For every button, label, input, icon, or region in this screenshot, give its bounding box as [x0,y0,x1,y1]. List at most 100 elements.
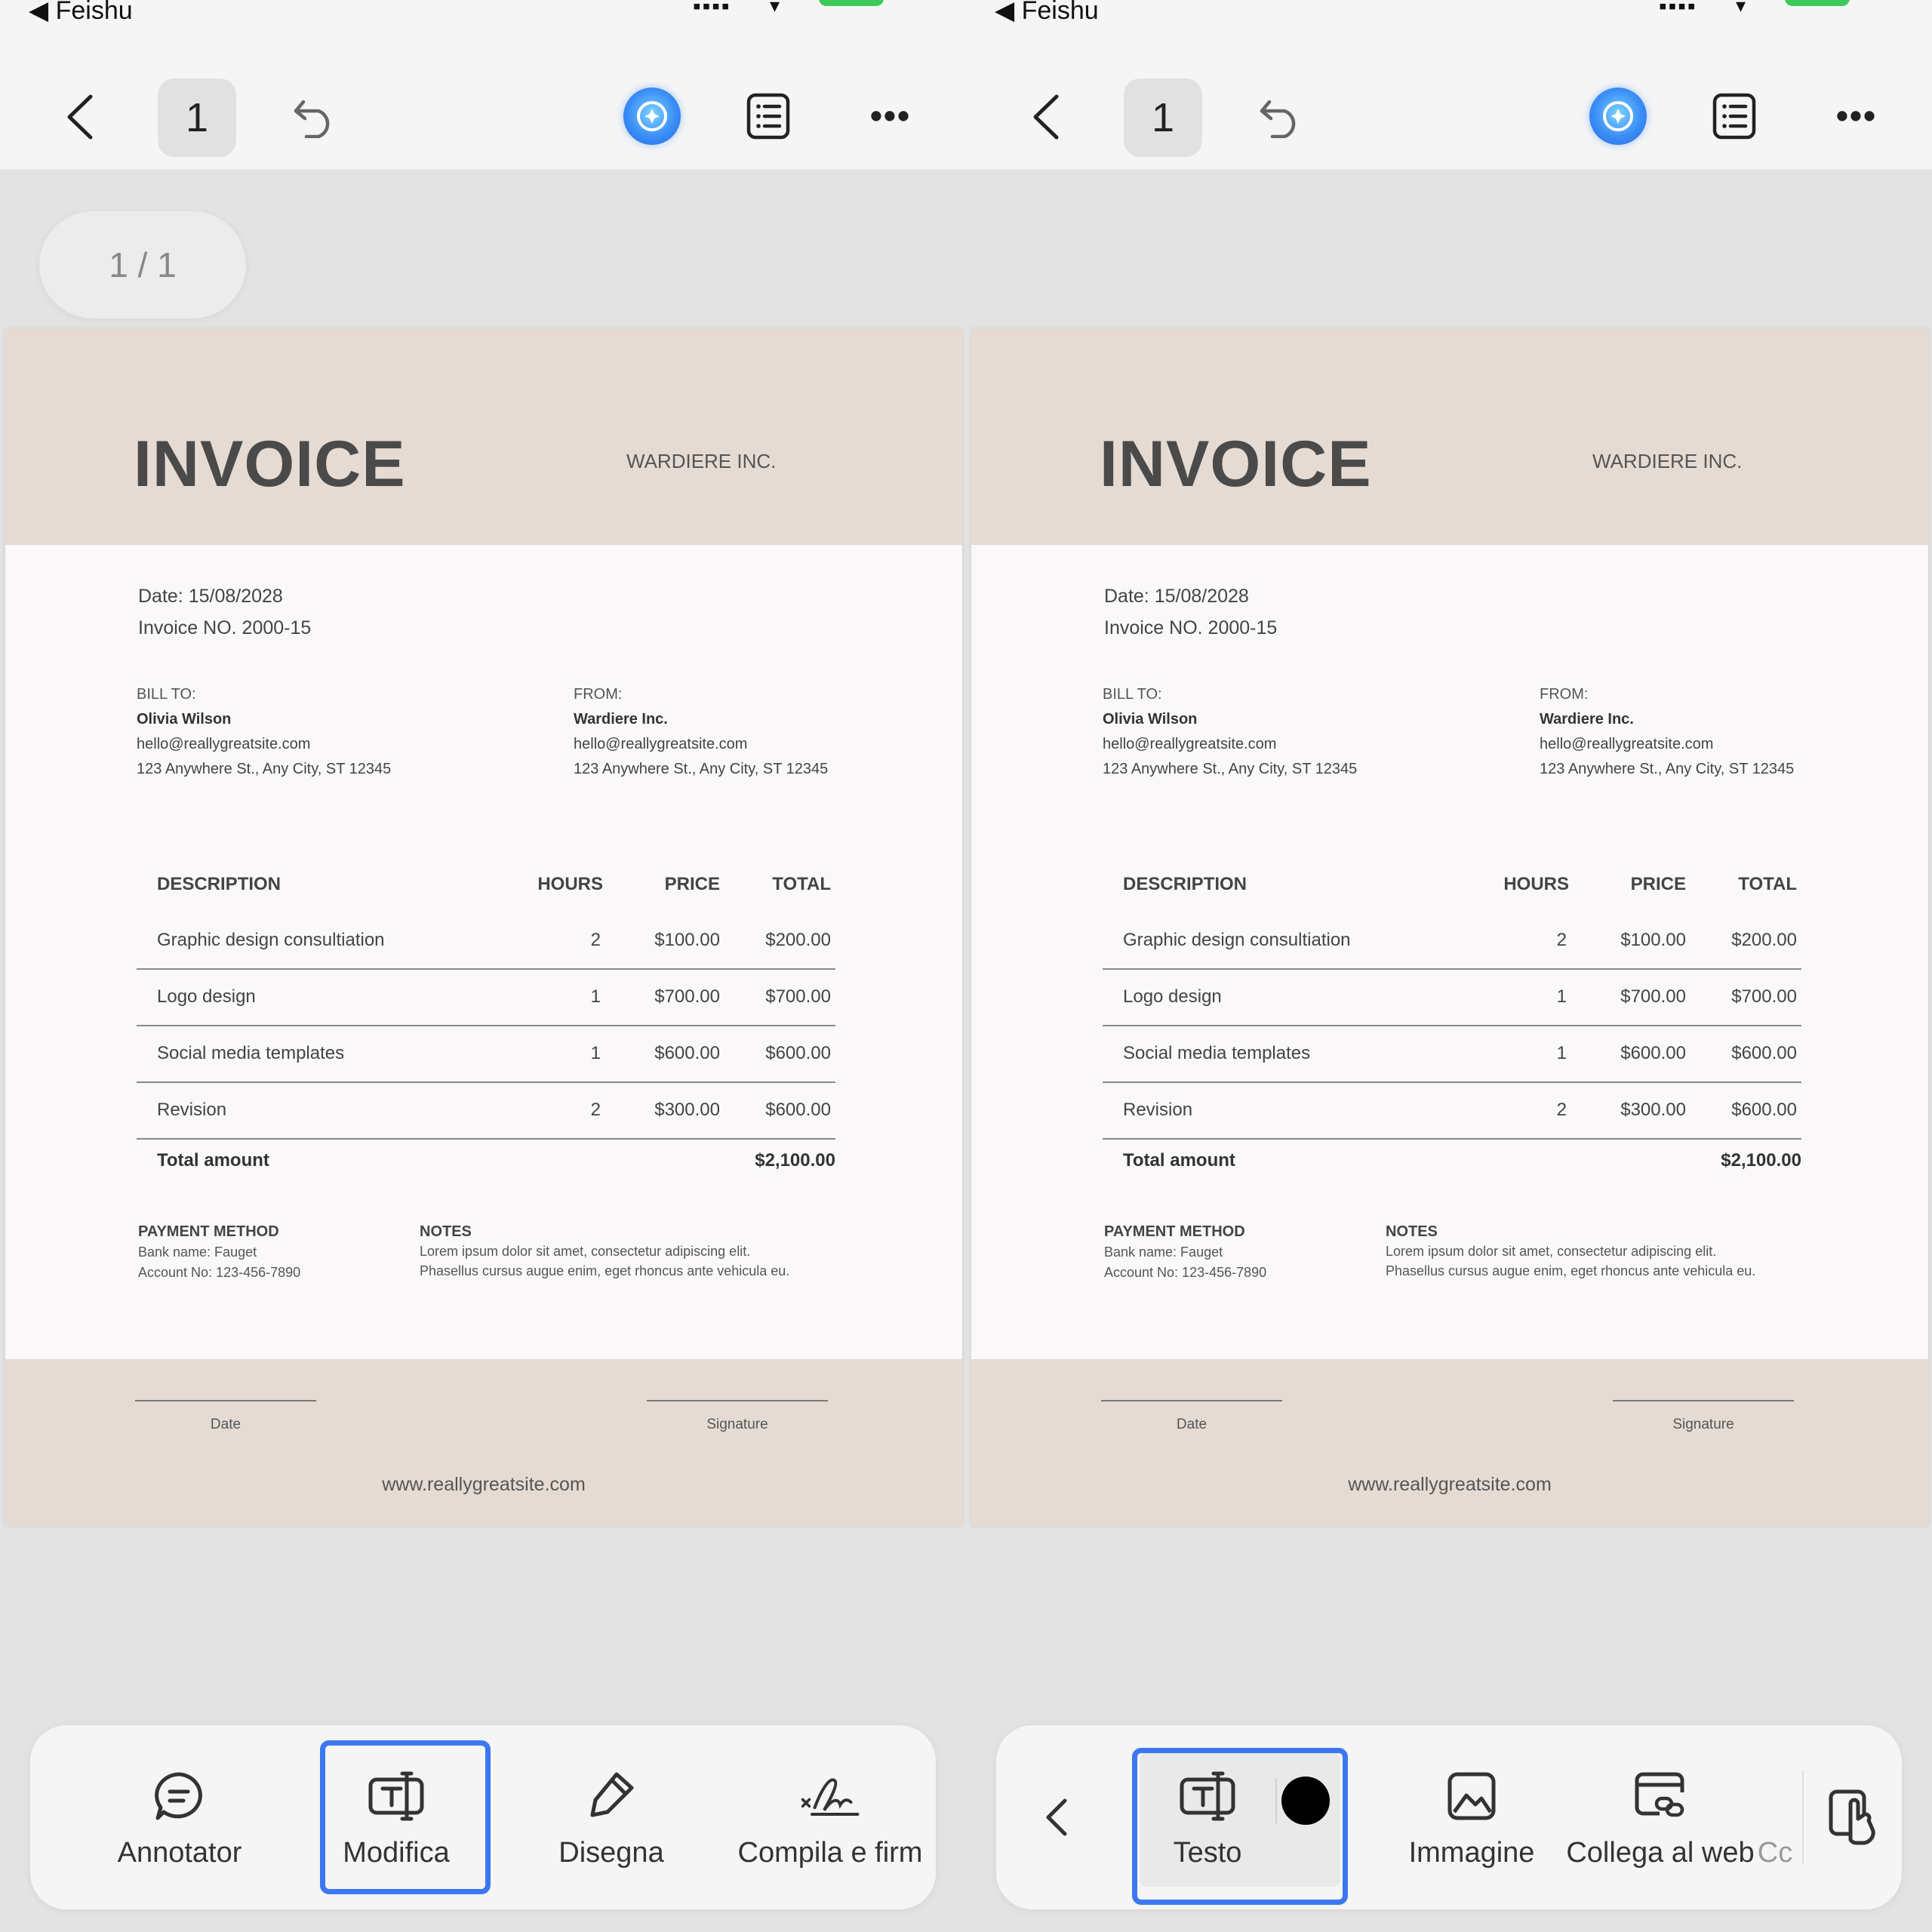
back-to-app-link[interactable]: ◀ Feishu [995,0,1099,26]
left-panel: ◀ Feishu ▪▪▪▪ ▾ 1 ••• 1 / 1 INVOICE WARD… [0,0,966,1932]
bottom-edit-toolbar: Testo Immagine Collega al web Cc [996,1725,1902,1909]
top-toolbar: 1 ••• [0,30,966,171]
company-name: WARDIERE INC. [626,450,777,472]
page-number-button[interactable]: 1 [1124,78,1202,157]
ai-assistant-icon[interactable] [1589,88,1647,145]
annotator-label: Annotator [117,1836,242,1869]
cc-label: Cc [1757,1836,1793,1869]
back-to-app-link[interactable]: ◀ Feishu [29,0,133,26]
undo-icon[interactable] [1254,91,1307,143]
table-row: Logo design 1 $700.00 $700.00 [1103,970,1801,1026]
invoice-number: Invoice NO. 2000-15 [1104,617,1278,638]
invoice-document: INVOICE WARDIERE INC. Date: 15/08/2028 I… [5,329,962,1526]
outline-list-icon[interactable] [746,92,791,140]
bill-to-name: Olivia Wilson [137,711,232,728]
notes-line: Lorem ipsum dolor sit amet, consectetur … [1386,1244,1717,1259]
invoice-table: DESCRIPTION HOURS PRICE TOTAL Graphic de… [137,866,835,1192]
from-label: FROM: [1540,686,1589,703]
header-price: PRICE [1630,874,1686,894]
row-price: $100.00 [654,930,720,950]
header-hours: HOURS [537,874,603,894]
header-description: DESCRIPTION [157,874,281,894]
touch-hand-icon [1823,1787,1883,1847]
header-description: DESCRIPTION [1123,874,1247,894]
back-chevron-icon[interactable] [1025,91,1067,143]
table-row: Revision 2 $300.00 $600.00 [1103,1083,1801,1140]
invoice-number: Invoice NO. 2000-15 [138,617,312,638]
row-hours: 1 [590,986,601,1007]
row-price: $100.00 [1620,930,1686,950]
signal-icon: ▪▪▪▪ [693,0,731,19]
ai-assistant-icon[interactable] [623,88,681,145]
outline-list-icon[interactable] [1712,92,1757,140]
touch-mode-button[interactable] [1819,1725,1887,1909]
collega-al-web-label: Collega al web [1566,1836,1755,1869]
website: www.reallygreatsite.com [382,1474,586,1495]
row-description: Graphic design consultiation [1123,930,1351,950]
modifica-highlight [320,1740,491,1894]
from-name: Wardiere Inc. [574,711,668,728]
from-name: Wardiere Inc. [1540,711,1634,728]
header-total: TOTAL [772,874,831,894]
row-total: $700.00 [765,986,831,1007]
back-chevron-icon[interactable] [59,91,101,143]
row-hours: 2 [1556,1100,1567,1120]
pen-icon [581,1766,641,1826]
row-price: $700.00 [654,986,720,1007]
status-bar: ◀ Feishu ▪▪▪▪ ▾ [0,0,966,30]
payment-method-block: PAYMENT METHOD Bank name: Fauget Account… [138,1222,300,1283]
invoice-document: INVOICE WARDIERE INC. Date: 15/08/2028 I… [971,329,1928,1526]
signature-line-label: Signature [706,1417,768,1432]
page-indicator: 1 / 1 [39,211,246,318]
signal-icon: ▪▪▪▪ [1659,0,1697,19]
invoice-header-band: INVOICE WARDIERE INC. [971,329,1928,545]
wifi-icon: ▾ [1736,0,1746,17]
from-block: FROM: Wardiere Inc. hello@reallygreatsit… [1540,682,1794,782]
immagine-button[interactable]: Immagine [1396,1725,1547,1909]
page-number-button[interactable]: 1 [158,78,236,157]
divider [1802,1770,1804,1864]
notes-block: NOTES Lorem ipsum dolor sit amet, consec… [1386,1222,1808,1281]
payment-account: Account No: 123-456-7890 [1104,1265,1267,1280]
wifi-icon: ▾ [770,0,780,17]
header-hours: HOURS [1503,874,1569,894]
annotator-button[interactable]: Annotator [89,1725,270,1909]
table-row: Graphic design consultiation 2 $100.00 $… [137,913,835,970]
table-total-row: Total amount $2,100.00 [137,1140,835,1192]
collega-al-web-button[interactable]: Collega al web [1566,1725,1755,1909]
invoice-title: INVOICE [1100,428,1372,500]
payment-bank: Bank name: Fauget [1104,1244,1223,1260]
row-price: $300.00 [1620,1100,1686,1120]
website: www.reallygreatsite.com [1348,1474,1552,1495]
row-price: $600.00 [654,1043,720,1063]
date-line-label: Date [1176,1417,1208,1432]
bill-to-block: BILL TO: Olivia Wilson hello@reallygreat… [137,682,391,782]
row-description: Revision [1123,1100,1193,1120]
from-email: hello@reallygreatsite.com [574,736,748,752]
right-panel: ◀ Feishu ▪▪▪▪ ▾ 1 ••• INVOICE WARDIERE I… [966,0,1932,1932]
notes-line: Lorem ipsum dolor sit amet, consectetur … [420,1244,751,1259]
annotator-icon [149,1766,210,1826]
row-total: $200.00 [1731,930,1797,950]
table-row: Logo design 1 $700.00 $700.00 [137,970,835,1026]
more-options-icon[interactable]: ••• [1830,96,1883,135]
header-price: PRICE [664,874,720,894]
row-hours: 2 [1556,930,1567,950]
disegna-button[interactable]: Disegna [528,1725,694,1909]
header-total: TOTAL [1738,874,1797,894]
more-options-icon[interactable]: ••• [864,96,917,135]
invoice-table: DESCRIPTION HOURS PRICE TOTAL Graphic de… [1103,866,1801,1192]
notes-heading: NOTES [420,1223,472,1240]
battery-icon [819,0,884,6]
row-description: Social media templates [1123,1043,1311,1063]
row-price: $600.00 [1620,1043,1686,1063]
compila-e-firma-button[interactable]: Compila e firm [728,1725,932,1909]
web-link-icon [1630,1766,1690,1826]
payment-bank: Bank name: Fauget [138,1244,257,1260]
total-value: $2,100.00 [1721,1150,1801,1171]
notes-line: Phasellus cursus augue enim, eget rhoncu… [420,1263,790,1278]
cc-button-partial[interactable]: Cc [1752,1725,1798,1909]
undo-icon[interactable] [288,91,341,143]
bill-to-email: hello@reallygreatsite.com [1103,736,1277,752]
toolbar-back-button[interactable] [1034,1725,1079,1909]
